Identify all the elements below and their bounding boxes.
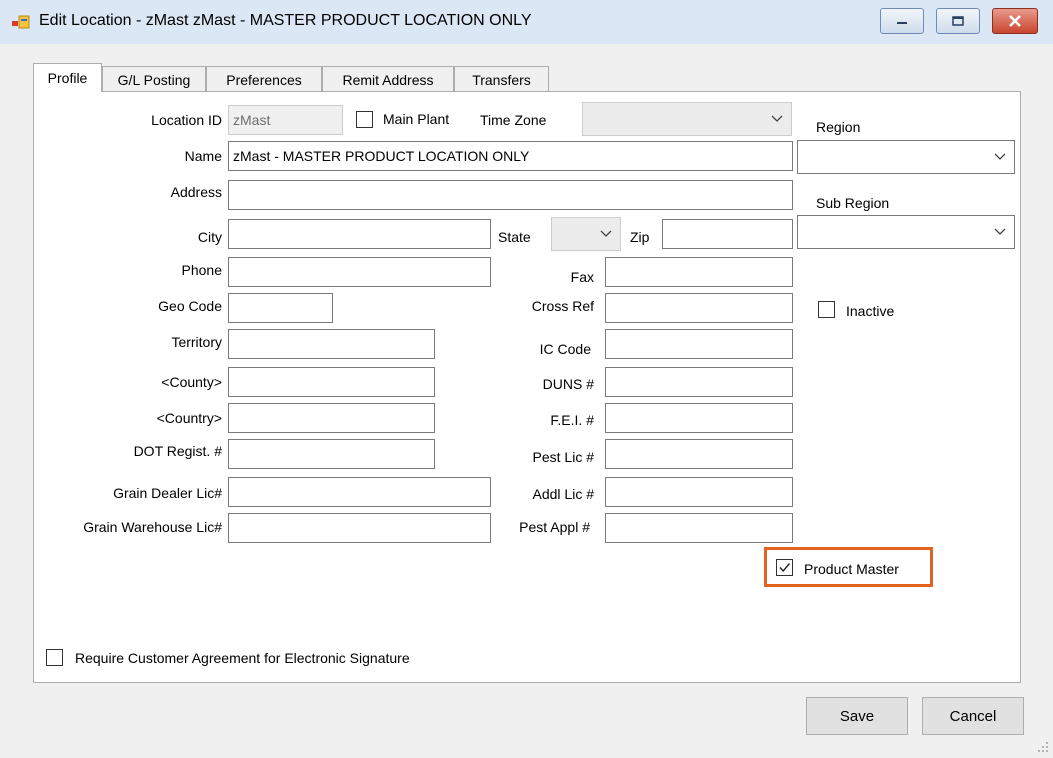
cross-ref-field[interactable] (605, 293, 793, 323)
pest-appl-field[interactable] (605, 513, 793, 543)
zip-label: Zip (630, 229, 650, 245)
resize-grip-icon[interactable] (1036, 740, 1050, 754)
chevron-down-icon (994, 228, 1006, 235)
tab-preferences[interactable]: Preferences (206, 66, 322, 92)
location-id-field[interactable]: zMast (228, 105, 343, 135)
close-icon (1009, 15, 1021, 27)
addl-lic-label: Addl Lic # (532, 486, 594, 502)
window-title: Edit Location - zMast zMast - MASTER PRO… (39, 12, 532, 29)
ic-code-label: IC Code (539, 341, 591, 357)
fax-label: Fax (570, 269, 594, 285)
grain-dealer-lic-field[interactable] (228, 477, 491, 507)
region-label: Region (816, 119, 861, 135)
product-master-label: Product Master (804, 561, 899, 577)
require-agreement-checkbox[interactable] (46, 649, 63, 666)
name-field[interactable]: zMast - MASTER PRODUCT LOCATION ONLY (228, 141, 793, 171)
ic-code-field[interactable] (605, 329, 793, 359)
tab-remit-address[interactable]: Remit Address (322, 66, 454, 92)
app-icon (12, 15, 30, 29)
fei-label: F.E.I. # (550, 412, 594, 428)
geo-code-label: Geo Code (158, 298, 222, 314)
city-field[interactable] (228, 219, 491, 249)
maximize-button[interactable] (936, 8, 980, 34)
grain-dealer-lic-label: Grain Dealer Lic# (113, 485, 222, 501)
country-label: <Country> (156, 410, 222, 426)
chevron-down-icon (771, 115, 783, 122)
main-plant-checkbox[interactable] (356, 111, 373, 128)
save-button[interactable]: Save (806, 697, 908, 735)
tab-profile[interactable]: Profile (33, 63, 102, 92)
sub-region-label: Sub Region (816, 195, 890, 211)
require-agreement-label: Require Customer Agreement for Electroni… (75, 650, 410, 666)
inactive-label: Inactive (846, 303, 895, 319)
phone-label: Phone (181, 262, 222, 278)
state-label: State (498, 229, 531, 245)
county-field[interactable] (228, 367, 435, 397)
fax-field[interactable] (605, 257, 793, 287)
close-button[interactable] (992, 8, 1038, 34)
region-select[interactable] (797, 140, 1015, 174)
city-label: City (197, 229, 222, 245)
duns-field[interactable] (605, 367, 793, 397)
fei-field[interactable] (605, 403, 793, 433)
duns-label: DUNS # (542, 376, 594, 392)
location-id-label: Location ID (151, 112, 222, 128)
country-field[interactable] (228, 403, 435, 433)
grain-warehouse-lic-field[interactable] (228, 513, 491, 543)
geo-code-field[interactable] (228, 293, 333, 323)
time-zone-select[interactable] (582, 102, 792, 136)
state-select[interactable] (551, 217, 621, 251)
sub-region-select[interactable] (797, 215, 1015, 249)
grain-warehouse-lic-label: Grain Warehouse Lic# (83, 519, 222, 535)
pest-appl-label: Pest Appl # (519, 519, 590, 535)
address-label: Address (170, 184, 222, 200)
zip-field[interactable] (662, 219, 793, 249)
territory-label: Territory (171, 334, 222, 350)
inactive-checkbox[interactable] (818, 301, 835, 318)
chevron-down-icon (994, 153, 1006, 160)
main-plant-label: Main Plant (383, 111, 450, 127)
tab-transfers[interactable]: Transfers (454, 66, 549, 92)
minimize-icon (897, 22, 907, 24)
maximize-icon (952, 16, 964, 26)
territory-field[interactable] (228, 329, 435, 359)
county-label: <County> (161, 374, 222, 390)
name-label: Name (184, 148, 222, 164)
dot-regist-label: DOT Regist. # (133, 443, 222, 459)
address-field[interactable] (228, 180, 793, 210)
pest-lic-label: Pest Lic # (532, 449, 594, 465)
cross-ref-label: Cross Ref (531, 298, 594, 314)
pest-lic-field[interactable] (605, 439, 793, 469)
checkmark-icon (779, 563, 791, 573)
product-master-checkbox[interactable] (776, 559, 793, 576)
addl-lic-field[interactable] (605, 477, 793, 507)
cancel-button[interactable]: Cancel (922, 697, 1024, 735)
time-zone-label: Time Zone (480, 112, 547, 128)
tab-gl-posting[interactable]: G/L Posting (102, 66, 206, 92)
minimize-button[interactable] (880, 8, 924, 34)
chevron-down-icon (600, 230, 612, 237)
dot-regist-field[interactable] (228, 439, 435, 469)
phone-field[interactable] (228, 257, 491, 287)
